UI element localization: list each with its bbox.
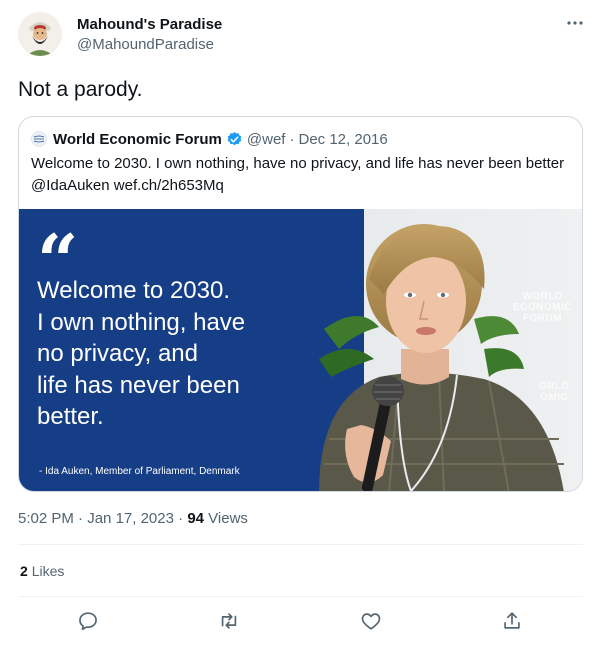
avatar[interactable]: [18, 12, 62, 56]
quoted-tweet-header: World Economic Forum @wef · Dec 12, 2016: [31, 129, 388, 149]
world-economic-forum-logo-icon: [31, 131, 47, 147]
quoted-text-line-1: Welcome to 2030. I own nothing, have no …: [31, 155, 565, 172]
quoted-author-handle[interactable]: @wef: [247, 131, 286, 148]
verified-badge-icon: [226, 131, 243, 148]
world-economic-forum-watermark: WORLD ECONOMIC FORUM: [513, 291, 572, 324]
views-separator: ·: [178, 510, 184, 527]
share-icon[interactable]: [496, 605, 528, 637]
tweet-text: Not a parody.: [18, 78, 143, 101]
quoted-author-name[interactable]: World Economic Forum: [53, 131, 222, 148]
author-name[interactable]: Mahound's Paradise: [77, 16, 222, 33]
more-options-icon[interactable]: [566, 14, 584, 37]
quoted-tweet[interactable]: World Economic Forum @wef · Dec 12, 2016…: [18, 116, 583, 492]
quoted-tweet-image[interactable]: WORLD ECONOMIC FORUM ORLD OMIC “ Welcome…: [19, 209, 582, 491]
likes-count: 2: [20, 563, 28, 579]
quoted-text-line-2[interactable]: @IdaAuken wef.ch/2h653Mq: [31, 175, 576, 197]
likes-label: Likes: [31, 563, 65, 579]
retweet-icon[interactable]: [213, 605, 245, 637]
author-handle[interactable]: @MahoundParadise: [77, 36, 214, 53]
tweet-timestamp: 5:02 PM · Jan 17, 2023 · 94 Views: [18, 510, 248, 527]
likes-stat[interactable]: 2 Likes: [20, 563, 64, 579]
divider: [18, 544, 583, 545]
views-count: 94: [187, 510, 204, 527]
views-label: Views: [208, 510, 248, 527]
like-icon[interactable]: [355, 605, 387, 637]
meta-separator: ·: [289, 130, 295, 148]
world-economic-forum-watermark-2: ORLD OMIC: [539, 381, 570, 403]
reply-icon[interactable]: [72, 605, 104, 637]
image-attribution: - Ida Auken, Member of Parliament, Denma…: [39, 466, 240, 477]
timestamp-separator: ·: [78, 510, 84, 527]
tweet-date[interactable]: Jan 17, 2023: [87, 510, 174, 527]
bearded-man-avatar-icon: [18, 12, 62, 56]
action-bar: [18, 605, 583, 637]
image-quote-text: Welcome to 2030. I own nothing, have no …: [37, 277, 246, 430]
tweet-time[interactable]: 5:02 PM: [18, 510, 74, 527]
quoted-tweet-date[interactable]: Dec 12, 2016: [298, 131, 387, 148]
tweet-header: Mahound's Paradise @MahoundParadise: [18, 12, 584, 60]
quoted-tweet-text: Welcome to 2030. I own nothing, have no …: [31, 153, 576, 197]
divider: [18, 596, 583, 597]
